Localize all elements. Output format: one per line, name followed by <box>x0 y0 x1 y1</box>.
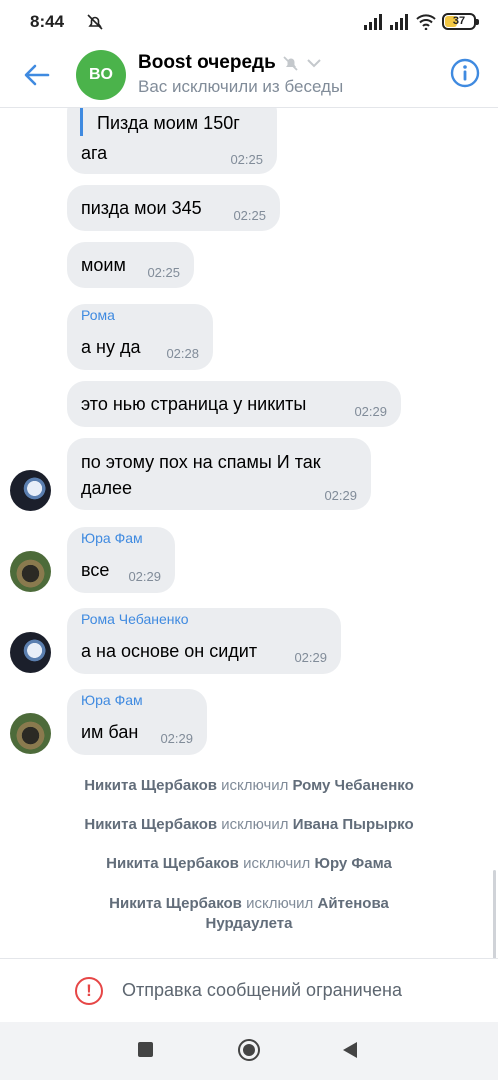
message-text: а ну да <box>81 337 141 357</box>
message-text: пизда мои 345 <box>81 198 202 218</box>
avatar[interactable] <box>10 551 51 592</box>
message-text-line-2: далее <box>81 478 133 498</box>
message-time: 02:28 <box>166 346 199 361</box>
warning-icon: ! <box>75 977 103 1005</box>
reply-quote-bar <box>80 108 83 136</box>
system-actor[interactable]: Никита Щербаков <box>109 895 242 912</box>
avatar[interactable] <box>10 713 51 754</box>
message-bubble[interactable]: Пизда моим 150г ага 02:25 <box>67 108 277 174</box>
muted-icon <box>283 56 298 71</box>
system-nav-bar <box>0 1022 498 1080</box>
system-actor[interactable]: Никита Щербаков <box>106 855 239 872</box>
avatar[interactable] <box>10 632 51 673</box>
system-actor[interactable]: Никита Щербаков <box>84 816 217 833</box>
message-bubble[interactable]: Рома а ну да 02:28 <box>67 304 213 370</box>
restriction-text: Отправка сообщений ограничена <box>122 980 402 1000</box>
message-bubble[interactable]: по этому пох на спамы И так далее 02:29 <box>67 438 371 510</box>
signal-icon <box>364 13 382 30</box>
system-message: Никита Щербаков исключил Айтенова Нурдау… <box>0 894 498 934</box>
status-icons: 37 <box>364 13 479 30</box>
message-sender[interactable]: Юра Фам <box>81 692 143 708</box>
message-text-line-1: по этому пох на спамы И так <box>81 452 321 472</box>
chat-title: Boost очередь <box>138 52 276 73</box>
message-sender[interactable]: Рома <box>81 307 115 323</box>
signal-icon-2 <box>390 13 408 30</box>
message-time: 02:29 <box>354 404 387 419</box>
chat-subtitle: Вас исключили из беседы <box>138 77 344 96</box>
message-bubble[interactable]: моим 02:25 <box>67 242 194 288</box>
system-action: исключил <box>221 816 289 833</box>
avatar[interactable] <box>10 470 51 511</box>
message-time: 02:25 <box>230 152 263 167</box>
system-message: Никита Щербаков исключил Ивана Пырырко <box>0 815 498 835</box>
system-target[interactable]: Ивана Пырырко <box>293 816 414 833</box>
system-target[interactable]: Юру Фама <box>314 855 391 872</box>
back-button[interactable] <box>20 58 54 92</box>
system-action: исключил <box>221 777 289 794</box>
status-bar: 8:44 37 <box>0 0 498 44</box>
message-text: это нью страница у никиты <box>81 394 307 414</box>
message-time: 02:29 <box>160 731 193 746</box>
system-message: Никита Щербаков исключил Рому Чебаненко <box>0 776 498 796</box>
message-text: ага <box>81 143 108 163</box>
message-list[interactable]: Пизда моим 150г ага 02:25 пизда мои 345 … <box>0 108 498 958</box>
system-target[interactable]: Рому Чебаненко <box>293 777 414 794</box>
message-sender[interactable]: Юра Фам <box>81 530 143 546</box>
message-text: а на основе он сидит <box>81 641 258 661</box>
system-message: Никита Щербаков исключил Юру Фама <box>0 854 498 874</box>
info-button[interactable] <box>450 58 480 88</box>
chat-avatar[interactable]: BO <box>76 50 126 100</box>
home-button[interactable] <box>238 1039 260 1061</box>
restriction-banner: ! Отправка сообщений ограничена <box>0 958 498 1022</box>
info-icon <box>450 58 480 88</box>
battery-level: 37 <box>452 15 466 27</box>
message-time: 02:25 <box>233 208 266 223</box>
scrollbar[interactable] <box>493 870 496 960</box>
chat-header: BO Boost очередь Вас исключили из беседы <box>0 44 498 108</box>
message-bubble[interactable]: Рома Чебаненко а на основе он сидит 02:2… <box>67 608 341 674</box>
message-bubble[interactable]: пизда мои 345 02:25 <box>67 185 280 231</box>
message-text: моим <box>81 255 126 275</box>
system-target-line-2[interactable]: Нурдаулета <box>206 915 293 932</box>
message-bubble[interactable]: Юра Фам все 02:29 <box>67 527 175 593</box>
system-action: исключил <box>246 895 314 912</box>
message-sender[interactable]: Рома Чебаненко <box>81 611 189 627</box>
chat-title-row: Boost очередь <box>138 52 343 74</box>
system-actor[interactable]: Никита Щербаков <box>84 777 217 794</box>
chevron-down-icon <box>307 59 321 68</box>
battery-icon: 37 <box>442 13 479 30</box>
message-bubble[interactable]: Юра Фам им бан 02:29 <box>67 689 207 755</box>
message-time: 02:25 <box>147 265 180 280</box>
message-time: 02:29 <box>324 488 357 503</box>
recents-button[interactable] <box>138 1042 153 1057</box>
message-time: 02:29 <box>128 569 161 584</box>
message-text: все <box>81 560 110 580</box>
alarm-off-icon <box>86 13 104 36</box>
reply-quote-text: Пизда моим 150г <box>97 113 240 133</box>
chat-title-area[interactable]: Boost очередь Вас исключили из беседы <box>138 52 343 97</box>
message-bubble[interactable]: это нью страница у никиты 02:29 <box>67 381 401 427</box>
message-time: 02:29 <box>294 650 327 665</box>
arrow-left-icon <box>24 64 50 86</box>
system-target[interactable]: Айтенова <box>317 895 388 912</box>
message-text: им бан <box>81 722 139 742</box>
nav-back-button[interactable] <box>343 1042 357 1058</box>
wifi-icon <box>416 13 436 30</box>
status-time: 8:44 <box>30 12 65 31</box>
system-action: исключил <box>243 855 311 872</box>
